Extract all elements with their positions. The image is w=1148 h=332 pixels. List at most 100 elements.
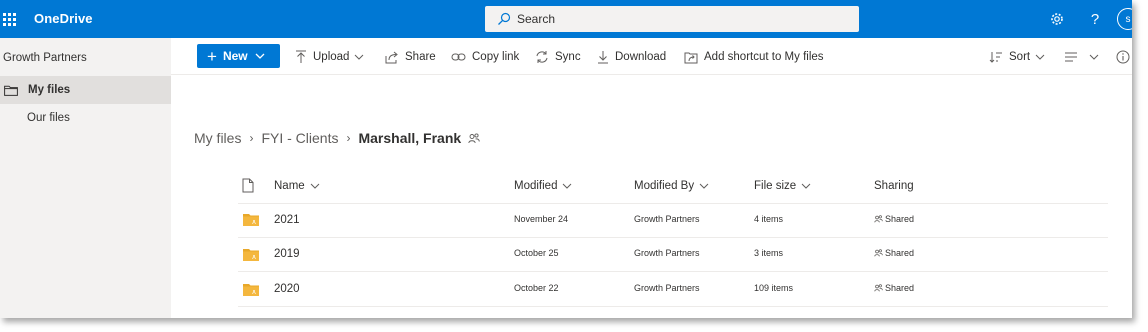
column-header-label: Modified xyxy=(514,180,558,192)
add-shortcut-icon xyxy=(684,52,698,63)
sync-label: Sync xyxy=(555,51,581,63)
share-button[interactable]: Share xyxy=(385,48,436,66)
folder-icon xyxy=(243,249,259,261)
modified-date: November 24 xyxy=(514,214,569,224)
chevron-down-icon xyxy=(801,183,811,189)
file-name[interactable]: 2021 xyxy=(274,214,300,226)
row-divider xyxy=(238,203,1108,204)
file-name[interactable]: 2019 xyxy=(274,248,300,260)
file-type-icon[interactable] xyxy=(242,178,254,193)
upload-icon xyxy=(296,50,306,63)
sync-button[interactable]: Sync xyxy=(535,48,581,66)
account-avatar[interactable]: s xyxy=(1117,8,1132,30)
settings-gear-icon[interactable] xyxy=(1048,10,1066,28)
download-button[interactable]: Download xyxy=(597,48,666,66)
info-pane-button[interactable] xyxy=(1116,48,1132,66)
sort-button[interactable]: Sort xyxy=(989,48,1051,66)
chevron-down-icon xyxy=(1089,54,1099,60)
chevron-down-icon xyxy=(563,183,572,189)
file-size: 4 items xyxy=(754,214,784,224)
file-name[interactable]: 2020 xyxy=(274,283,300,295)
plus-icon: + xyxy=(207,46,217,66)
sharing-status[interactable]: Shared xyxy=(874,283,914,293)
chevron-right-icon: › xyxy=(346,131,351,145)
breadcrumb-item[interactable]: My files xyxy=(194,130,241,146)
upload-button[interactable]: Upload xyxy=(295,48,370,66)
link-icon xyxy=(451,53,466,61)
modified-date: October 25 xyxy=(514,248,559,258)
command-bar: + New Upload Share Copy link Sync Downlo… xyxy=(171,38,1132,75)
search-box[interactable]: Search xyxy=(485,6,859,32)
app-name[interactable]: OneDrive xyxy=(34,11,93,26)
chevron-down-icon xyxy=(699,183,709,189)
onedrive-window: OneDrive Search ? s Growth Partners My f… xyxy=(0,0,1132,318)
file-size: 3 items xyxy=(754,248,784,258)
sort-icon xyxy=(989,52,1002,63)
folder-icon xyxy=(243,284,259,296)
org-name: Growth Partners xyxy=(3,52,87,64)
suite-header: OneDrive Search ? s xyxy=(0,0,1132,38)
column-header-name[interactable]: Name xyxy=(274,178,320,194)
add-shortcut-label: Add shortcut to My files xyxy=(704,51,824,63)
upload-label: Upload xyxy=(313,51,350,63)
folder-icon xyxy=(243,214,259,226)
copy-link-label: Copy link xyxy=(472,51,520,63)
modified-date: October 22 xyxy=(514,283,559,293)
shared-people-icon xyxy=(874,284,883,292)
breadcrumb-current: Marshall, Frank xyxy=(358,130,462,146)
sort-label: Sort xyxy=(1009,51,1031,63)
sharing-status[interactable]: Shared xyxy=(874,214,914,224)
add-shortcut-button[interactable]: Add shortcut to My files xyxy=(684,48,824,66)
column-header-modified[interactable]: Modified xyxy=(514,178,572,194)
chevron-down-icon xyxy=(355,54,364,60)
chevron-down-icon xyxy=(1035,54,1045,60)
list-view-icon xyxy=(1065,52,1077,62)
folder-outline-icon xyxy=(4,85,18,96)
breadcrumb-item[interactable]: FYI - Clients xyxy=(261,130,338,146)
nav-item-our-files[interactable]: Our files xyxy=(0,104,171,132)
new-button-label: New xyxy=(222,49,248,63)
download-icon xyxy=(598,51,608,64)
breadcrumb: My files › FYI - Clients › Marshall, Fra… xyxy=(194,128,480,148)
column-header-label: File size xyxy=(754,180,797,192)
nav-item-label: My files xyxy=(28,84,71,96)
sharing-label: Shared xyxy=(885,283,915,293)
column-header-label: Name xyxy=(274,180,305,192)
nav-item-label: Our files xyxy=(27,112,70,124)
left-navigation: Growth Partners My files Our files xyxy=(0,38,171,318)
nav-item-my-files[interactable]: My files xyxy=(0,76,171,104)
app-launcher-icon[interactable] xyxy=(0,0,18,38)
column-header-modified-by[interactable]: Modified By xyxy=(634,178,709,194)
column-header-sharing[interactable]: Sharing xyxy=(874,178,914,194)
chevron-down-icon xyxy=(310,183,320,189)
info-icon xyxy=(1116,50,1130,64)
column-header-file-size[interactable]: File size xyxy=(754,178,811,194)
sharing-label: Shared xyxy=(885,214,915,224)
search-placeholder: Search xyxy=(517,12,556,26)
sharing-label: Shared xyxy=(885,248,915,258)
shared-people-icon[interactable] xyxy=(468,132,480,144)
row-divider xyxy=(238,271,1108,272)
column-header-label: Modified By xyxy=(634,180,695,192)
sharing-status[interactable]: Shared xyxy=(874,248,914,258)
row-divider xyxy=(238,306,1108,307)
shared-people-icon xyxy=(874,215,883,223)
shared-people-icon xyxy=(874,249,883,257)
download-label: Download xyxy=(615,51,667,63)
modified-by: Growth Partners xyxy=(634,248,700,258)
new-button[interactable]: + New xyxy=(197,44,280,68)
sync-icon xyxy=(536,51,548,63)
chevron-down-icon xyxy=(255,53,265,59)
copy-link-button[interactable]: Copy link xyxy=(451,48,519,66)
search-icon xyxy=(498,12,511,25)
modified-by: Growth Partners xyxy=(634,214,700,224)
row-divider xyxy=(238,237,1108,238)
share-label: Share xyxy=(405,51,436,63)
help-icon[interactable]: ? xyxy=(1086,10,1104,28)
view-options-button[interactable] xyxy=(1064,48,1105,66)
column-header-label: Sharing xyxy=(874,180,914,192)
chevron-right-icon: › xyxy=(249,131,254,145)
modified-by: Growth Partners xyxy=(634,283,700,293)
file-size: 109 items xyxy=(754,283,794,293)
share-icon xyxy=(385,51,398,63)
